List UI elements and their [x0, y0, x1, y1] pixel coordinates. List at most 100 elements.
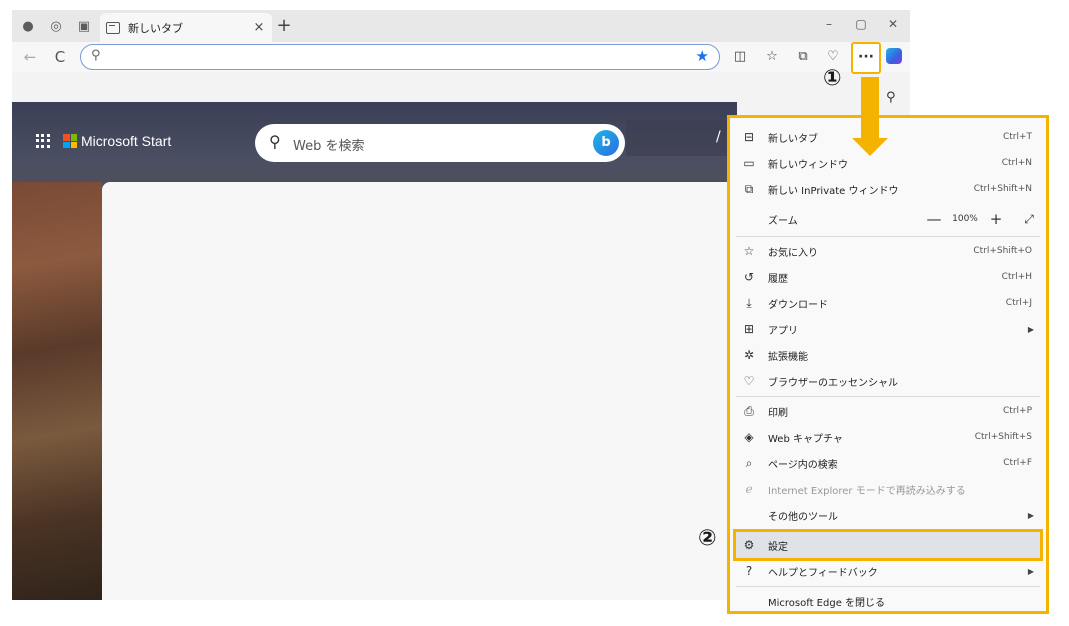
- app-launcher-icon[interactable]: [36, 134, 50, 148]
- menu-item-browser-essentials[interactable]: ♡ ブラウザーのエッセンシャル: [736, 368, 1040, 394]
- history-icon: ↺: [743, 270, 755, 284]
- favorites-icon[interactable]: ☆: [763, 48, 781, 66]
- favorite-star-icon[interactable]: ★: [696, 47, 709, 65]
- fullscreen-icon[interactable]: ⤢: [1018, 212, 1040, 227]
- new-tab-icon: ⊟: [743, 130, 755, 144]
- tab-actions-icon[interactable]: ▣: [74, 16, 94, 36]
- menu-item-web-capture[interactable]: ◈ Web キャプチャ Ctrl+Shift+S: [736, 424, 1040, 450]
- menu-label: 履歴: [768, 273, 788, 285]
- menu-item-find-on-page[interactable]: ⌕ ページ内の検索 Ctrl+F: [736, 450, 1040, 476]
- background-image: [12, 182, 102, 600]
- close-window-button[interactable]: ✕: [884, 17, 902, 31]
- annotation-arrow-shaft: [861, 77, 879, 141]
- menu-label: その他のツール: [768, 511, 838, 523]
- menu-separator: [736, 236, 1040, 237]
- microsoft-logo-icon: [63, 134, 77, 148]
- refresh-button[interactable]: C: [50, 47, 70, 67]
- menu-item-print[interactable]: ⎙ 印刷 Ctrl+P: [736, 398, 1040, 424]
- menu-item-favorites[interactable]: ☆ お気に入り Ctrl+Shift+O: [736, 238, 1040, 264]
- step-2-marker: ②: [698, 526, 717, 551]
- print-icon: ⎙: [744, 403, 754, 418]
- menu-item-downloads[interactable]: ⤓ ダウンロード Ctrl+J: [736, 290, 1040, 316]
- menu-label: ズーム: [768, 215, 798, 227]
- menu-shortcut: Ctrl+Shift+S: [974, 432, 1032, 442]
- menu-item-close-edge[interactable]: Microsoft Edge を閉じる: [736, 588, 1040, 614]
- settings-and-more-menu: ⊟ 新しいタブ Ctrl+T ▭ 新しいウィンドウ Ctrl+N ⧉ 新しい I…: [727, 115, 1049, 614]
- submenu-arrow-icon: ▶: [1027, 510, 1034, 520]
- split-screen-icon[interactable]: ◫: [731, 48, 749, 66]
- header-tile: /: [626, 120, 737, 156]
- menu-item-extensions[interactable]: ✲ 拡張機能: [736, 342, 1040, 368]
- menu-label: Web キャプチャ: [768, 433, 843, 445]
- menu-shortcut: Ctrl+F: [1003, 458, 1032, 468]
- new-tab-button[interactable]: +: [274, 15, 294, 36]
- download-icon: ⤓: [746, 295, 752, 310]
- menu-label: アプリ: [768, 325, 798, 337]
- workspaces-icon[interactable]: ◎: [46, 16, 66, 36]
- annotation-arrow-head: [852, 138, 888, 156]
- menu-item-zoom: ズーム — 100% + ⤢: [736, 206, 1040, 232]
- submenu-arrow-icon: ▶: [1027, 324, 1034, 334]
- copilot-icon[interactable]: [886, 48, 902, 64]
- zoom-in-button[interactable]: +: [986, 210, 1006, 228]
- back-button[interactable]: ←: [20, 47, 40, 67]
- find-icon: ⌕: [745, 455, 753, 470]
- menu-item-more-tools[interactable]: その他のツール ▶: [736, 502, 1040, 528]
- window-icon: ▭: [743, 156, 755, 170]
- zoom-value: 100%: [952, 214, 978, 224]
- search-placeholder: Web を検索: [293, 139, 365, 154]
- web-search-box[interactable]: ⚲ Web を検索 b: [255, 124, 625, 162]
- menu-shortcut: Ctrl+J: [1005, 298, 1032, 308]
- apps-icon: ⊞: [743, 322, 755, 336]
- menu-label: ページ内の検索: [768, 459, 838, 471]
- logo-square-green: [70, 134, 77, 141]
- logo-square-yellow: [70, 141, 77, 148]
- menu-item-new-window[interactable]: ▭ 新しいウィンドウ Ctrl+N: [736, 150, 1040, 176]
- menu-shortcut: Ctrl+Shift+N: [973, 184, 1032, 194]
- logo-square-red: [63, 134, 70, 141]
- menu-separator: [736, 396, 1040, 397]
- web-capture-icon: ◈: [744, 430, 754, 444]
- menu-shortcut: Ctrl+P: [1003, 406, 1032, 416]
- bing-button[interactable]: b: [593, 130, 619, 156]
- menu-item-settings[interactable]: ⚙ 設定: [733, 529, 1043, 561]
- menu-item-ie-mode: ℯ Internet Explorer モードで再読み込みする: [736, 476, 1040, 502]
- browser-essentials-icon[interactable]: ♡: [824, 48, 842, 66]
- menu-separator: [736, 586, 1040, 587]
- new-tab-icon: [106, 21, 120, 34]
- menu-item-apps[interactable]: ⊞ アプリ ▶: [736, 316, 1040, 342]
- menu-label: ダウンロード: [768, 299, 828, 311]
- extensions-icon: ✲: [743, 348, 755, 362]
- collections-icon[interactable]: ⧉: [794, 48, 812, 66]
- profile-icon[interactable]: ●: [18, 16, 38, 36]
- tab-new-tab[interactable]: 新しいタブ ×: [100, 13, 272, 42]
- sidebar-search-icon[interactable]: ⚲: [886, 90, 896, 105]
- menu-label: ブラウザーのエッセンシャル: [768, 377, 898, 389]
- address-bar[interactable]: ⚲ ★: [80, 44, 720, 70]
- toolbar: ← C ⚲ ★ ◫ ☆ ⧉ ♡ ···: [12, 42, 910, 74]
- search-icon: ⚲: [269, 132, 281, 151]
- menu-item-history[interactable]: ↺ 履歴 Ctrl+H: [736, 264, 1040, 290]
- new-tab-page: Microsoft Start ⚲ Web を検索 b /: [12, 102, 737, 600]
- heart-pulse-icon: ♡: [743, 374, 755, 388]
- menu-label: 設定: [768, 541, 788, 553]
- menu-item-new-inprivate[interactable]: ⧉ 新しい InPrivate ウィンドウ Ctrl+Shift+N: [736, 176, 1040, 202]
- content-card: [102, 182, 737, 600]
- settings-and-more-button[interactable]: ···: [851, 42, 881, 74]
- menu-item-help[interactable]: ? ヘルプとフィードバック ▶: [736, 558, 1040, 584]
- menu-label: 拡張機能: [768, 351, 808, 363]
- help-icon: ?: [745, 564, 753, 578]
- menu-separator: [736, 530, 1040, 531]
- submenu-arrow-icon: ▶: [1027, 566, 1034, 576]
- tab-close-button[interactable]: ×: [252, 20, 266, 35]
- restore-button[interactable]: ▢: [852, 17, 870, 31]
- header-slash: /: [716, 129, 721, 145]
- step-1-marker: ①: [823, 66, 842, 91]
- logo-square-blue: [63, 141, 70, 148]
- menu-item-new-tab[interactable]: ⊟ 新しいタブ Ctrl+T: [736, 124, 1040, 150]
- menu-label: Microsoft Edge を閉じる: [768, 597, 886, 609]
- page-header: Microsoft Start ⚲ Web を検索 b /: [12, 102, 737, 182]
- minimize-button[interactable]: –: [820, 17, 838, 31]
- zoom-out-button[interactable]: —: [924, 210, 944, 228]
- tab-label: 新しいタブ: [128, 21, 183, 35]
